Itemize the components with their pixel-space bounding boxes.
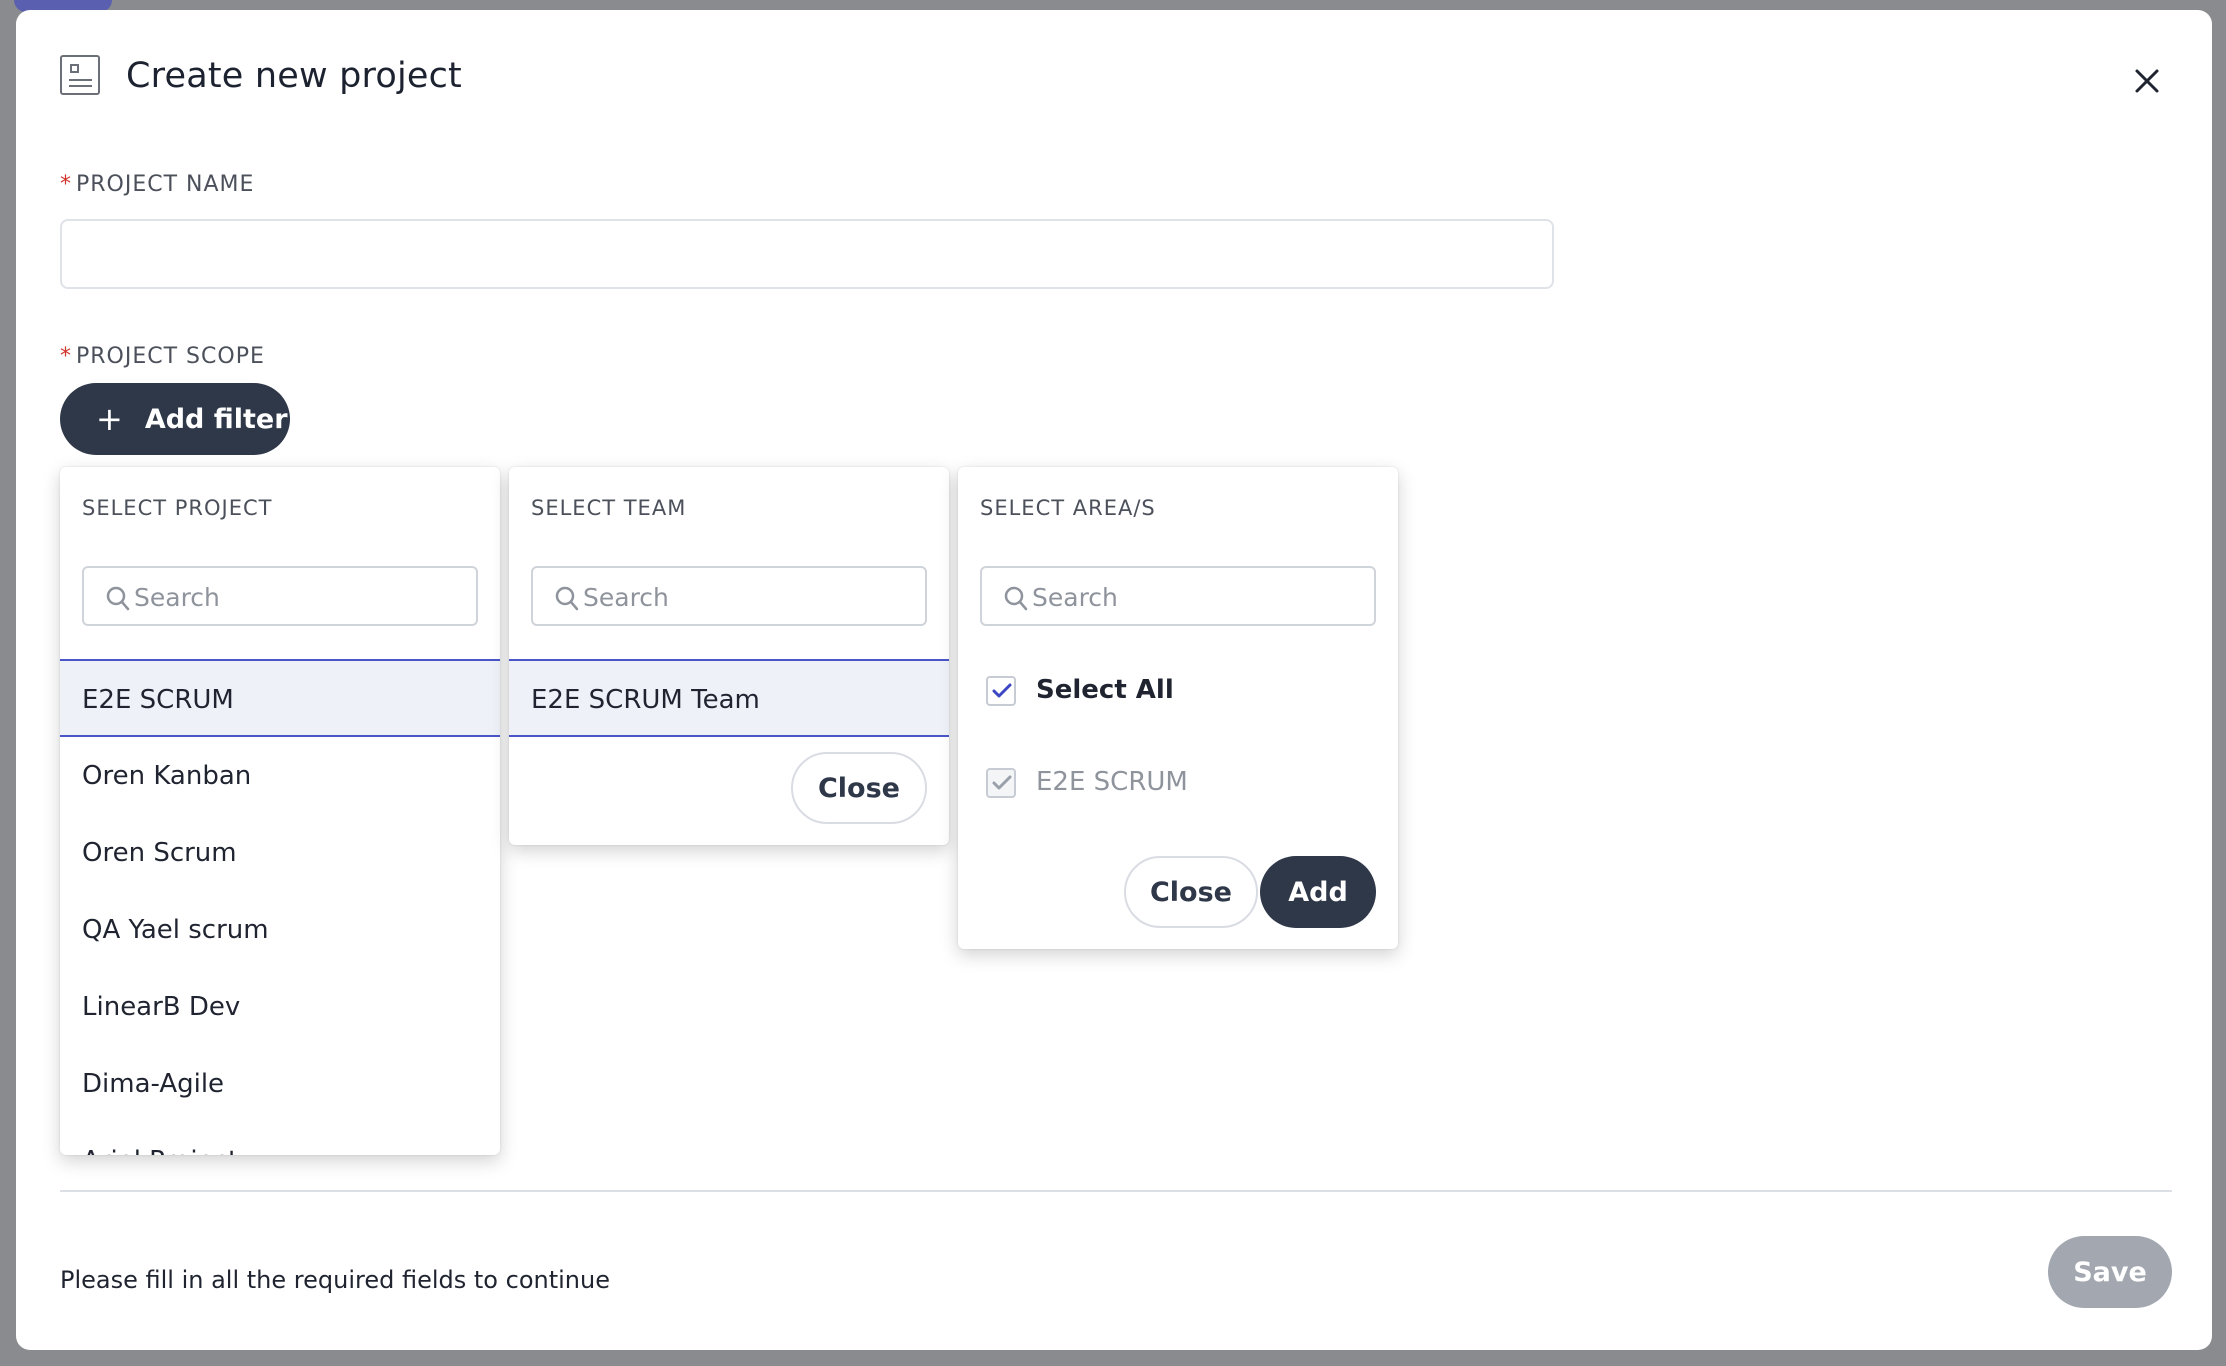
project-search[interactable] [82, 566, 478, 626]
project-item[interactable]: QA Yael scrum [60, 891, 500, 969]
project-item[interactable]: Oren Kanban [60, 737, 500, 815]
select-all-label[interactable]: Select All [1036, 675, 1174, 705]
save-button[interactable]: Save [2048, 1236, 2172, 1308]
project-item[interactable]: Oren Scrum [60, 814, 500, 892]
team-close-button[interactable]: Close [791, 752, 927, 824]
select-area-panel: SELECT AREA/S Select All E2E SCRUM Close… [958, 467, 1398, 949]
project-scope-label: * PROJECT SCOPE [60, 344, 265, 369]
project-item[interactable]: Dima-Agile [60, 1045, 500, 1123]
area-close-button[interactable]: Close [1124, 856, 1258, 928]
footer-message: Please fill in all the required fields t… [60, 1266, 610, 1294]
required-mark: * [60, 172, 72, 197]
project-name-input[interactable] [60, 219, 1554, 289]
search-icon [555, 586, 579, 611]
team-search-input[interactable] [583, 580, 913, 614]
project-name-label-text: PROJECT NAME [76, 172, 255, 197]
area-item-label: E2E SCRUM [1036, 767, 1188, 797]
select-project-panel: SELECT PROJECT E2E SCRUM Oren Kanban Ore… [60, 467, 500, 1155]
search-icon [1004, 586, 1028, 611]
area-search[interactable] [980, 566, 1376, 626]
create-project-modal: Create new project * PROJECT NAME * PROJEC… [16, 10, 2212, 1350]
area-search-input[interactable] [1032, 580, 1362, 614]
area-checkbox[interactable] [986, 768, 1016, 798]
team-item[interactable]: E2E SCRUM Team [509, 659, 949, 737]
add-filter-button[interactable]: + Add filter [60, 383, 290, 455]
project-search-input[interactable] [134, 580, 464, 614]
project-scope-label-text: PROJECT SCOPE [76, 344, 265, 369]
plus-icon: + [96, 400, 123, 438]
check-icon [992, 775, 1012, 790]
project-card-icon [60, 55, 100, 95]
select-all-checkbox[interactable] [986, 676, 1016, 706]
required-mark: * [60, 344, 72, 369]
select-project-title: SELECT PROJECT [82, 496, 273, 520]
area-add-button[interactable]: Add [1260, 856, 1376, 928]
modal-title: Create new project [126, 56, 462, 96]
select-area-title: SELECT AREA/S [980, 496, 1156, 520]
select-team-title: SELECT TEAM [531, 496, 687, 520]
team-search[interactable] [531, 566, 927, 626]
project-name-label: * PROJECT NAME [60, 172, 254, 197]
project-item[interactable]: E2E SCRUM [60, 659, 500, 737]
add-filter-label: Add filter [144, 403, 288, 435]
select-team-panel: SELECT TEAM E2E SCRUM Team Close [509, 467, 949, 845]
search-icon [106, 586, 130, 611]
project-item[interactable]: Ariel Project [60, 1122, 500, 1155]
check-icon [992, 683, 1012, 698]
project-item[interactable]: LinearB Dev [60, 968, 500, 1046]
footer-divider [60, 1190, 2172, 1192]
close-icon[interactable] [2128, 62, 2166, 100]
